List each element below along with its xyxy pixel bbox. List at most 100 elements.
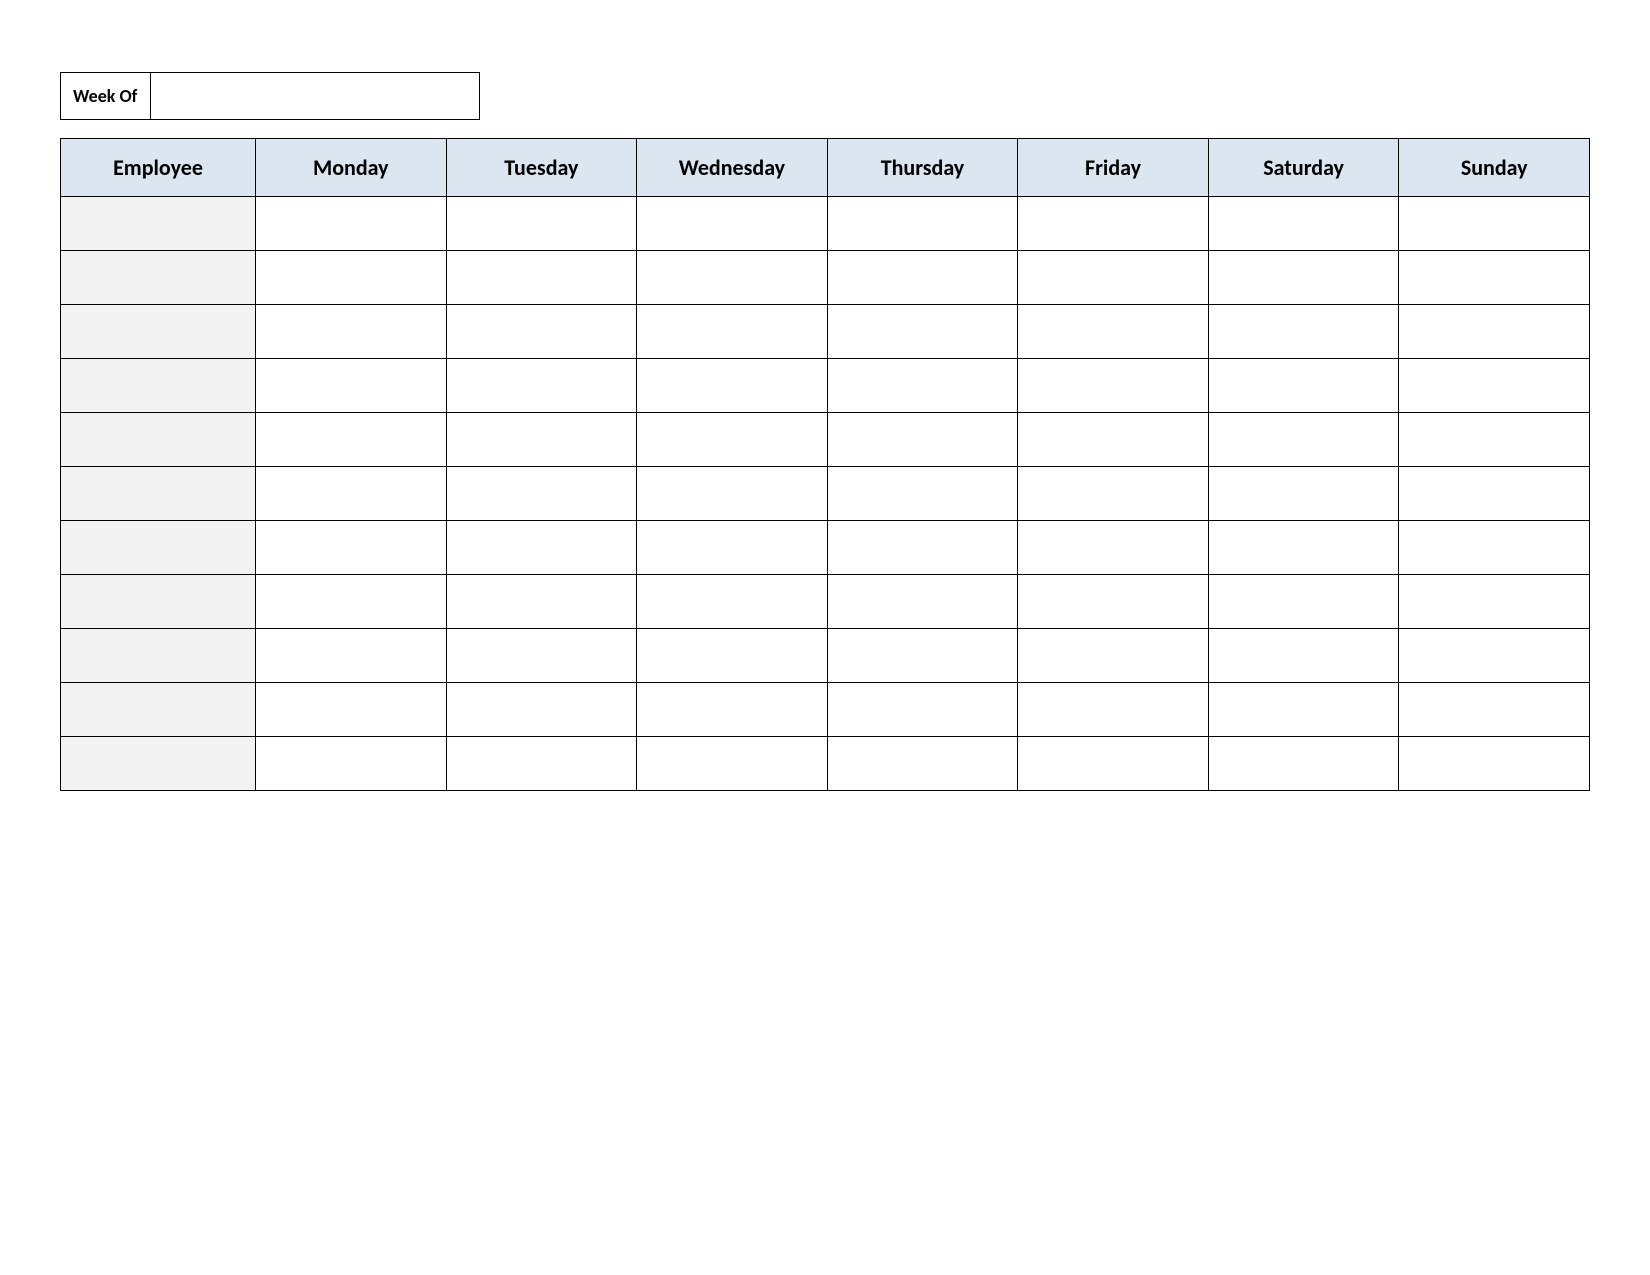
- day-cell[interactable]: [1018, 359, 1209, 413]
- day-cell[interactable]: [446, 521, 637, 575]
- day-cell[interactable]: [446, 197, 637, 251]
- day-cell[interactable]: [256, 305, 447, 359]
- employee-cell[interactable]: [61, 305, 256, 359]
- week-of-value[interactable]: [151, 73, 479, 119]
- day-cell[interactable]: [446, 467, 637, 521]
- day-cell[interactable]: [446, 305, 637, 359]
- day-cell[interactable]: [446, 629, 637, 683]
- day-cell[interactable]: [1208, 413, 1399, 467]
- employee-cell[interactable]: [61, 413, 256, 467]
- day-cell[interactable]: [256, 251, 447, 305]
- day-cell[interactable]: [827, 737, 1018, 791]
- table-row: [61, 737, 1590, 791]
- day-cell[interactable]: [1208, 521, 1399, 575]
- day-cell[interactable]: [256, 413, 447, 467]
- day-cell[interactable]: [827, 629, 1018, 683]
- day-cell[interactable]: [1018, 305, 1209, 359]
- employee-cell[interactable]: [61, 521, 256, 575]
- day-cell[interactable]: [637, 521, 828, 575]
- day-cell[interactable]: [1018, 575, 1209, 629]
- day-cell[interactable]: [1399, 197, 1590, 251]
- day-cell[interactable]: [637, 737, 828, 791]
- employee-cell[interactable]: [61, 251, 256, 305]
- table-row: [61, 413, 1590, 467]
- employee-cell[interactable]: [61, 737, 256, 791]
- day-cell[interactable]: [1208, 197, 1399, 251]
- day-cell[interactable]: [256, 359, 447, 413]
- day-cell[interactable]: [256, 683, 447, 737]
- header-friday: Friday: [1018, 139, 1209, 197]
- day-cell[interactable]: [446, 575, 637, 629]
- day-cell[interactable]: [827, 413, 1018, 467]
- employee-cell[interactable]: [61, 467, 256, 521]
- day-cell[interactable]: [827, 197, 1018, 251]
- day-cell[interactable]: [1208, 683, 1399, 737]
- day-cell[interactable]: [1399, 467, 1590, 521]
- day-cell[interactable]: [637, 197, 828, 251]
- day-cell[interactable]: [1399, 737, 1590, 791]
- day-cell[interactable]: [1018, 737, 1209, 791]
- table-row: [61, 251, 1590, 305]
- day-cell[interactable]: [1399, 251, 1590, 305]
- day-cell[interactable]: [827, 251, 1018, 305]
- day-cell[interactable]: [1399, 305, 1590, 359]
- day-cell[interactable]: [637, 413, 828, 467]
- day-cell[interactable]: [446, 413, 637, 467]
- day-cell[interactable]: [1018, 521, 1209, 575]
- day-cell[interactable]: [446, 359, 637, 413]
- day-cell[interactable]: [1208, 251, 1399, 305]
- day-cell[interactable]: [827, 359, 1018, 413]
- day-cell[interactable]: [1018, 197, 1209, 251]
- day-cell[interactable]: [1399, 683, 1590, 737]
- day-cell[interactable]: [1208, 737, 1399, 791]
- day-cell[interactable]: [1018, 251, 1209, 305]
- day-cell[interactable]: [1399, 413, 1590, 467]
- day-cell[interactable]: [637, 683, 828, 737]
- day-cell[interactable]: [637, 251, 828, 305]
- day-cell[interactable]: [1208, 305, 1399, 359]
- day-cell[interactable]: [446, 737, 637, 791]
- table-row: [61, 575, 1590, 629]
- day-cell[interactable]: [637, 467, 828, 521]
- header-row: Employee Monday Tuesday Wednesday Thursd…: [61, 139, 1590, 197]
- header-saturday: Saturday: [1208, 139, 1399, 197]
- header-wednesday: Wednesday: [637, 139, 828, 197]
- day-cell[interactable]: [1208, 359, 1399, 413]
- table-row: [61, 359, 1590, 413]
- day-cell[interactable]: [1399, 575, 1590, 629]
- day-cell[interactable]: [1018, 467, 1209, 521]
- day-cell[interactable]: [827, 521, 1018, 575]
- week-of-box: Week Of: [60, 72, 480, 120]
- day-cell[interactable]: [446, 251, 637, 305]
- day-cell[interactable]: [1018, 683, 1209, 737]
- employee-cell[interactable]: [61, 359, 256, 413]
- day-cell[interactable]: [1399, 359, 1590, 413]
- employee-cell[interactable]: [61, 629, 256, 683]
- day-cell[interactable]: [256, 629, 447, 683]
- day-cell[interactable]: [256, 521, 447, 575]
- day-cell[interactable]: [827, 467, 1018, 521]
- day-cell[interactable]: [637, 305, 828, 359]
- day-cell[interactable]: [827, 305, 1018, 359]
- employee-cell[interactable]: [61, 197, 256, 251]
- day-cell[interactable]: [1208, 575, 1399, 629]
- day-cell[interactable]: [256, 737, 447, 791]
- employee-cell[interactable]: [61, 683, 256, 737]
- employee-cell[interactable]: [61, 575, 256, 629]
- day-cell[interactable]: [256, 467, 447, 521]
- day-cell[interactable]: [256, 575, 447, 629]
- day-cell[interactable]: [1208, 629, 1399, 683]
- day-cell[interactable]: [1399, 629, 1590, 683]
- day-cell[interactable]: [1018, 413, 1209, 467]
- day-cell[interactable]: [446, 683, 637, 737]
- day-cell[interactable]: [827, 683, 1018, 737]
- day-cell[interactable]: [256, 197, 447, 251]
- schedule-table: Employee Monday Tuesday Wednesday Thursd…: [60, 138, 1590, 791]
- day-cell[interactable]: [1208, 467, 1399, 521]
- day-cell[interactable]: [637, 629, 828, 683]
- day-cell[interactable]: [827, 575, 1018, 629]
- day-cell[interactable]: [637, 575, 828, 629]
- day-cell[interactable]: [637, 359, 828, 413]
- day-cell[interactable]: [1399, 521, 1590, 575]
- day-cell[interactable]: [1018, 629, 1209, 683]
